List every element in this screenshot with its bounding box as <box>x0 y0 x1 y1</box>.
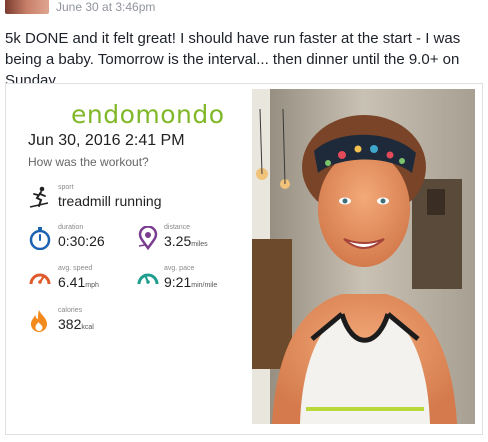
avg-pace-label: avg. pace <box>164 265 195 272</box>
flame-icon <box>31 310 47 332</box>
workout-question: How was the workout? <box>28 155 149 169</box>
distance-label: distance <box>164 224 191 231</box>
post-text: 5k DONE and it felt great! I should have… <box>5 30 461 89</box>
author-avatar[interactable] <box>5 0 49 14</box>
post-timestamp[interactable]: June 30 at 3:46pm <box>56 0 155 14</box>
workout-date: Jun 30, 2016 2:41 PM <box>28 132 185 149</box>
endomondo-logo: endomondo <box>71 100 225 129</box>
avg-speed-label: avg. speed <box>58 265 93 272</box>
duration-label: duration <box>58 224 84 231</box>
avg-speed-value: 6.41mph <box>58 274 99 290</box>
stopwatch-icon <box>29 227 51 250</box>
stat-avg-speed: avg. speed 6.41mph <box>28 265 133 295</box>
stat-duration: duration 0:30:26 <box>28 224 133 254</box>
avg-pace-value: 9:21min/mile <box>164 274 218 290</box>
speedometer-icon <box>29 273 51 285</box>
duration-value: 0:30:26 <box>58 233 105 249</box>
stat-avg-pace: avg. pace 9:21min/mile <box>136 265 245 295</box>
calories-label: calories <box>58 307 83 314</box>
sport-value: treadmill running <box>58 193 162 209</box>
distance-value: 3.25miles <box>164 233 208 249</box>
sport-label: sport <box>58 184 74 191</box>
pace-gauge-icon <box>137 273 159 285</box>
stat-sport: sport treadmill running <box>28 184 238 214</box>
stat-calories: calories 382kcal <box>28 307 133 337</box>
location-pin-icon <box>138 226 158 250</box>
stat-distance: distance 3.25miles <box>136 224 241 254</box>
workout-selfie-photo[interactable] <box>252 89 475 424</box>
selfie-illustration <box>252 89 475 424</box>
treadmill-runner-icon <box>29 186 49 208</box>
workout-summary-card[interactable]: endomondo Jun 30, 2016 2:41 PM How was t… <box>16 92 245 422</box>
calories-value: 382kcal <box>58 316 94 332</box>
